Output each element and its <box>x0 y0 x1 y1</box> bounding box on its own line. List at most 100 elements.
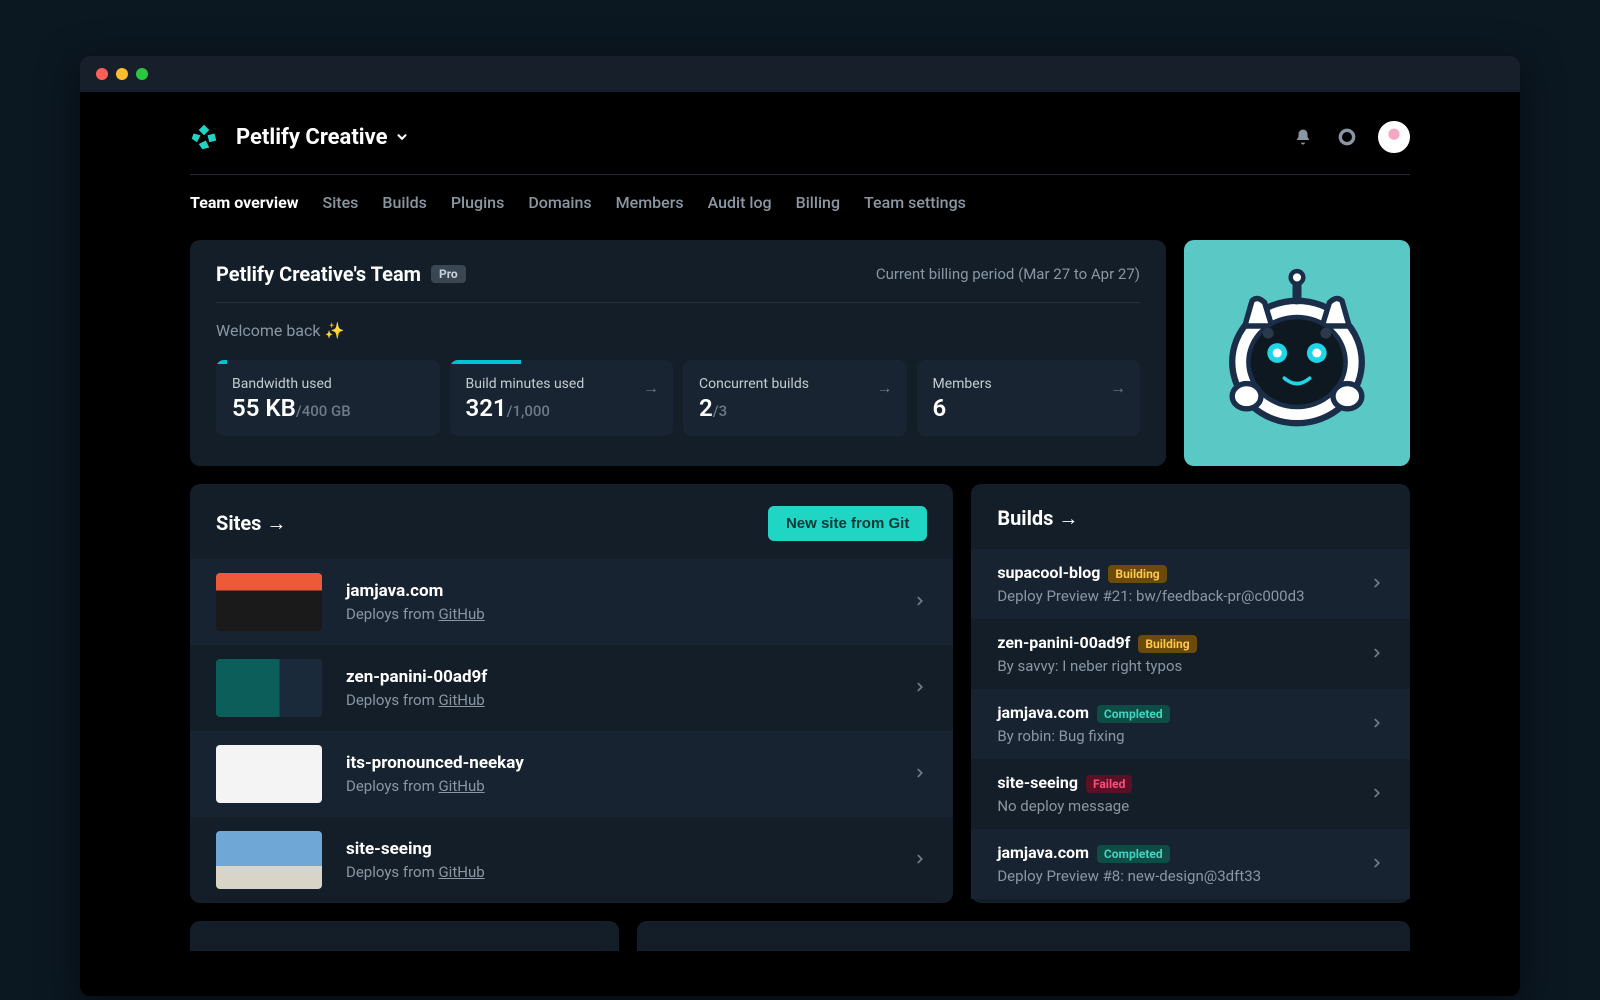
window-max-dot[interactable] <box>136 68 148 80</box>
tab-team-overview[interactable]: Team overview <box>190 193 299 212</box>
stat-label: Bandwidth used <box>232 368 424 392</box>
build-row[interactable]: jamjava.com Completed By robin: Bug fixing <box>971 689 1410 759</box>
git-source-link[interactable]: GitHub <box>438 777 484 795</box>
window-titlebar <box>80 56 1520 92</box>
site-thumbnail <box>216 831 322 889</box>
user-avatar[interactable] <box>1378 121 1410 153</box>
chevron-right-icon <box>913 679 927 698</box>
build-name: jamjava.com <box>997 703 1089 722</box>
plan-badge: Pro <box>431 265 466 283</box>
build-row[interactable]: site-seeing Failed No deploy message <box>971 759 1410 829</box>
team-name[interactable]: Petlify Creative <box>236 125 387 150</box>
stat-value: 321/1,000 <box>466 392 658 422</box>
site-subtitle: Deploys from GitHub <box>346 777 524 795</box>
site-row[interactable]: its-pronounced-neekay Deploys from GitHub <box>190 731 953 817</box>
build-subtitle: Deploy Preview #21: bw/feedback-pr@c000d… <box>997 587 1370 605</box>
build-subtitle: Deploy Preview #8: new-design@3dft33 <box>997 867 1370 885</box>
stat-value: 6 <box>933 392 1125 422</box>
arrow-right-icon: → <box>643 378 659 398</box>
team-avatar <box>1184 240 1410 466</box>
arrow-right-icon: → <box>1110 378 1126 398</box>
git-source-link[interactable]: GitHub <box>438 605 484 623</box>
stat-label: Concurrent builds <box>699 368 891 392</box>
nav-tabs: Team overview Sites Builds Plugins Domains Me… <box>190 175 1410 240</box>
site-row[interactable]: site-seeing Deploys from GitHub <box>190 817 953 903</box>
chevron-right-icon <box>913 765 927 784</box>
build-subtitle: By savvy: I neber right typos <box>997 657 1370 675</box>
build-name: supacool-blog <box>997 563 1100 582</box>
sites-panel: Sites → New site from Git jamjava.com Dep… <box>190 484 953 903</box>
build-row[interactable]: jamjava.com Completed Deploy Preview #8: n… <box>971 829 1410 899</box>
chevron-right-icon <box>913 593 927 612</box>
build-name: jamjava.com <box>997 843 1089 862</box>
welcome-text: Welcome back ✨ <box>216 303 1140 360</box>
site-row[interactable]: jamjava.com Deploys from GitHub <box>190 559 953 645</box>
stat-card[interactable]: →Concurrent builds2/3 <box>683 360 907 436</box>
sites-title[interactable]: Sites → <box>216 511 286 536</box>
status-badge: Building <box>1108 565 1166 583</box>
site-subtitle: Deploys from GitHub <box>346 605 485 623</box>
builds-title[interactable]: Builds → <box>997 506 1078 531</box>
status-badge: Building <box>1138 635 1196 653</box>
billing-period: Current billing period (Mar 27 to Apr 27… <box>876 265 1140 283</box>
stat-label: Build minutes used <box>466 368 658 392</box>
site-row[interactable]: zen-panini-00ad9fDeploys from GitHub <box>190 645 953 731</box>
panel-stub <box>637 921 1410 951</box>
status-badge: Completed <box>1097 845 1170 863</box>
app-header: Petlify Creative <box>190 92 1410 175</box>
window-min-dot[interactable] <box>116 68 128 80</box>
app-window: Petlify Creative Team overview Sites Build… <box>80 56 1520 996</box>
builds-panel: Builds → supacool-blog Building Deploy Pre… <box>971 484 1410 903</box>
site-name: its-pronounced-neekay <box>346 753 524 773</box>
tab-builds[interactable]: Builds <box>382 193 426 212</box>
tab-team-settings[interactable]: Team settings <box>864 193 966 212</box>
site-thumbnail <box>216 573 322 631</box>
tab-billing[interactable]: Billing <box>796 193 840 212</box>
stat-card[interactable]: →Members6 <box>917 360 1141 436</box>
site-thumbnail <box>216 659 322 717</box>
tab-members[interactable]: Members <box>616 193 684 212</box>
panel-stub <box>190 921 619 951</box>
stat-card[interactable]: →Build minutes used321/1,000 <box>450 360 674 436</box>
chevron-right-icon <box>1370 645 1384 664</box>
stat-value: 55 KB/400 GB <box>232 392 424 422</box>
chevron-right-icon <box>913 851 927 870</box>
build-subtitle: No deploy message <box>997 797 1370 815</box>
chevron-right-icon <box>1370 855 1384 874</box>
help-icon[interactable] <box>1328 118 1366 156</box>
arrow-right-icon: → <box>877 378 893 398</box>
site-thumbnail <box>216 745 322 803</box>
chevron-right-icon <box>1370 715 1384 734</box>
status-badge: Failed <box>1086 775 1132 793</box>
chevron-right-icon <box>1370 785 1384 804</box>
tab-plugins[interactable]: Plugins <box>451 193 504 212</box>
site-name: site-seeing <box>346 839 485 859</box>
notifications-icon[interactable] <box>1284 118 1322 156</box>
stat-label: Members <box>933 368 1125 392</box>
build-row[interactable]: zen-panini-00ad9f Building By savvy: I neb… <box>971 619 1410 689</box>
site-name: jamjava.com <box>346 581 485 601</box>
chevron-down-icon[interactable] <box>395 130 409 144</box>
stat-card[interactable]: Bandwidth used55 KB/400 GB <box>216 360 440 436</box>
build-name: site-seeing <box>997 773 1078 792</box>
git-source-link[interactable]: GitHub <box>438 691 484 709</box>
tab-sites[interactable]: Sites <box>323 193 359 212</box>
status-badge: Completed <box>1097 705 1170 723</box>
git-source-link[interactable]: GitHub <box>438 863 484 881</box>
stat-value: 2/3 <box>699 392 891 422</box>
stats-row: Bandwidth used55 KB/400 GB→Build minutes… <box>216 360 1140 436</box>
team-overview-panel: Petlify Creative's Team Pro Current bill… <box>190 240 1166 466</box>
window-close-dot[interactable] <box>96 68 108 80</box>
build-subtitle: By robin: Bug fixing <box>997 727 1370 745</box>
app-content: Petlify Creative Team overview Sites Build… <box>80 92 1520 996</box>
tab-audit-log[interactable]: Audit log <box>708 193 772 212</box>
build-row[interactable]: supacool-blog Building Deploy Preview #21:… <box>971 549 1410 619</box>
tab-domains[interactable]: Domains <box>528 193 591 212</box>
app-logo <box>190 123 218 151</box>
site-name: zen-panini-00ad9f <box>346 667 487 687</box>
new-site-button[interactable]: New site from Git <box>768 506 927 541</box>
overview-title: Petlify Creative's Team <box>216 262 421 286</box>
build-name: zen-panini-00ad9f <box>997 633 1130 652</box>
site-subtitle: Deploys from GitHub <box>346 863 485 881</box>
chevron-right-icon <box>1370 575 1384 594</box>
